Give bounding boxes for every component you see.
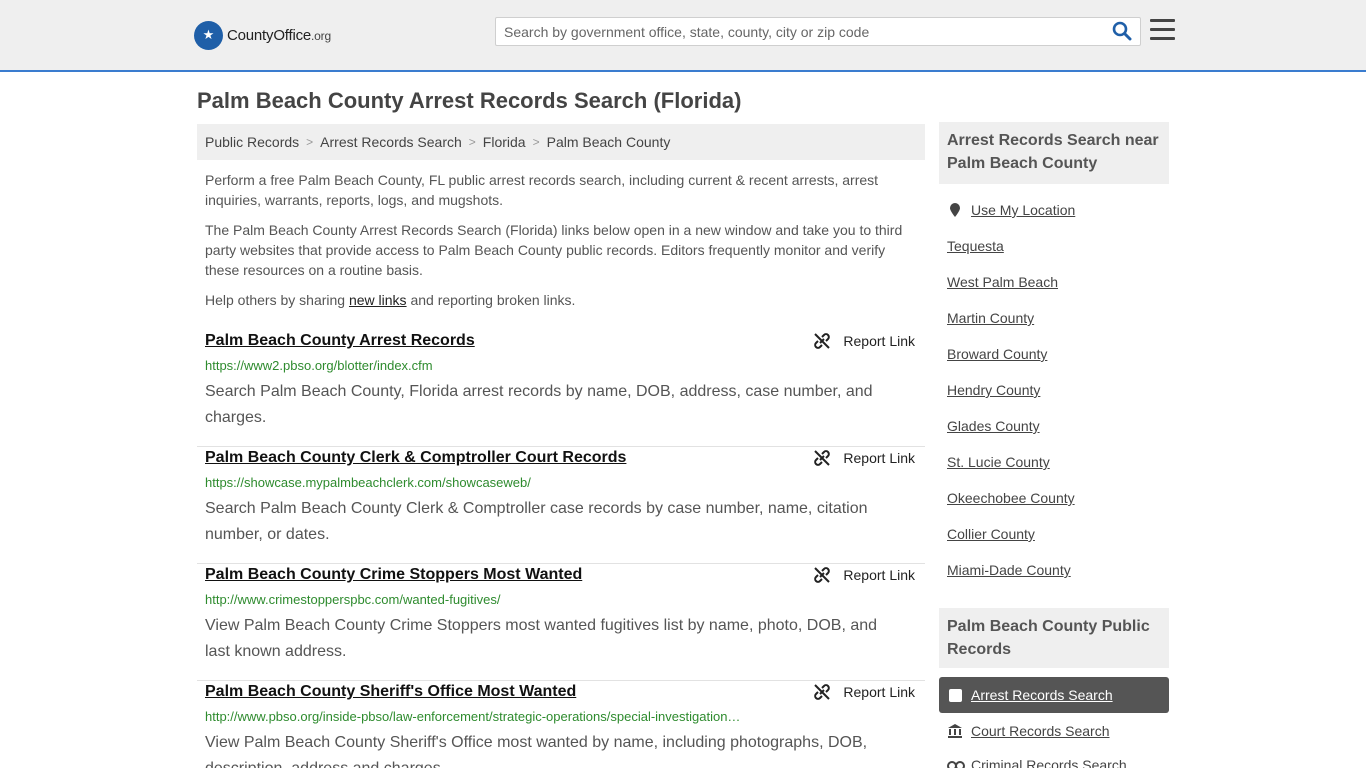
result-item: Palm Beach County Crime Stoppers Most Wa… [197,564,925,681]
intro-paragraph-2: The Palm Beach County Arrest Records Sea… [205,222,903,278]
breadcrumb-palm-beach-county[interactable]: Palm Beach County [547,134,671,150]
use-my-location-link[interactable]: Use My Location [947,202,1075,218]
sidebar-item-criminal-records-search[interactable]: Criminal Records Search [947,757,1127,768]
result-item: Palm Beach County Clerk & Comptroller Co… [197,447,925,564]
nearby-hendry-county-link[interactable]: Hendry County [947,382,1040,398]
report-link-button[interactable]: Report Link [813,332,915,350]
nearby-okeechobee-county-link[interactable]: Okeechobee County [947,490,1075,506]
breadcrumb: Public Records > Arrest Records Search >… [197,124,925,160]
report-link-button[interactable]: Report Link [813,449,915,467]
eagle-seal-icon: ★ [194,20,223,50]
broken-link-icon [814,684,831,700]
nearby-west-palm-beach-link[interactable]: West Palm Beach [947,274,1058,290]
hamburger-menu-icon[interactable] [1150,19,1175,41]
map-pin-icon [950,203,960,217]
handcuffs-icon [947,761,965,768]
broken-link-icon [814,450,831,466]
nearby-tequesta-link[interactable]: Tequesta [947,238,1004,254]
nearby-miami-dade-county-link[interactable]: Miami-Dade County [947,562,1071,578]
sidebar-item-court-records-search[interactable]: Court Records Search [947,723,1110,739]
nearby-glades-county-link[interactable]: Glades County [947,418,1040,434]
nearby-st-lucie-county-link[interactable]: St. Lucie County [947,454,1050,470]
sidebar-item-arrest-records-search[interactable]: Arrest Records Search [939,677,1169,713]
page-title: Palm Beach County Arrest Records Search … [197,88,742,113]
breadcrumb-arrest-records[interactable]: Arrest Records Search [320,134,462,150]
courthouse-icon [948,724,962,738]
report-link-button[interactable]: Report Link [813,566,915,584]
new-links-link[interactable]: new links [349,292,407,308]
result-description: Search Palm Beach County Clerk & Comptro… [205,500,868,543]
result-title-link[interactable]: Palm Beach County Sheriff's Office Most … [205,683,576,701]
breadcrumb-separator-icon: > [532,135,540,149]
intro-paragraph-1: Perform a free Palm Beach County, FL pub… [205,172,879,208]
nearby-collier-county-link[interactable]: Collier County [947,526,1035,542]
result-item: Palm Beach County Sheriff's Office Most … [197,681,925,768]
result-url: https://showcase.mypalmbeachclerk.com/sh… [205,475,531,490]
search-box [495,17,1141,46]
sidebar-public-records-heading: Palm Beach County Public Records [939,608,1169,668]
result-url: http://www.crimestopperspbc.com/wanted-f… [205,592,501,607]
site-header: ★ CountyOffice.org [0,0,1366,72]
report-link-button[interactable]: Report Link [813,683,915,701]
breadcrumb-public-records[interactable]: Public Records [205,134,299,150]
broken-link-icon [814,333,831,349]
breadcrumb-florida[interactable]: Florida [483,134,526,150]
nearby-martin-county-link[interactable]: Martin County [947,310,1034,326]
result-description: View Palm Beach County Sheriff's Office … [205,734,868,768]
result-title-link[interactable]: Palm Beach County Crime Stoppers Most Wa… [205,566,582,584]
intro-paragraph-3: Help others by sharing new links and rep… [205,292,576,308]
result-title-link[interactable]: Palm Beach County Clerk & Comptroller Co… [205,449,626,467]
result-description: Search Palm Beach County, Florida arrest… [205,383,873,426]
result-url: https://www2.pbso.org/blotter/index.cfm [205,358,433,373]
search-icon[interactable] [1112,21,1134,43]
result-description: View Palm Beach County Crime Stoppers mo… [205,617,878,660]
result-item: Palm Beach County Arrest Records Report … [197,330,925,447]
nearby-broward-county-link[interactable]: Broward County [947,346,1047,362]
result-url: http://www.pbso.org/inside-pbso/law-enfo… [205,709,741,724]
breadcrumb-separator-icon: > [468,135,476,149]
result-title-link[interactable]: Palm Beach County Arrest Records [205,332,475,350]
checkbox-square-icon [949,688,962,702]
broken-link-icon [814,567,831,583]
sidebar-nearby-heading: Arrest Records Search near Palm Beach Co… [939,122,1169,184]
logo-text: CountyOffice.org [227,26,331,44]
site-logo[interactable]: ★ CountyOffice.org [194,20,331,50]
breadcrumb-separator-icon: > [306,135,314,149]
search-input[interactable] [496,18,1101,45]
